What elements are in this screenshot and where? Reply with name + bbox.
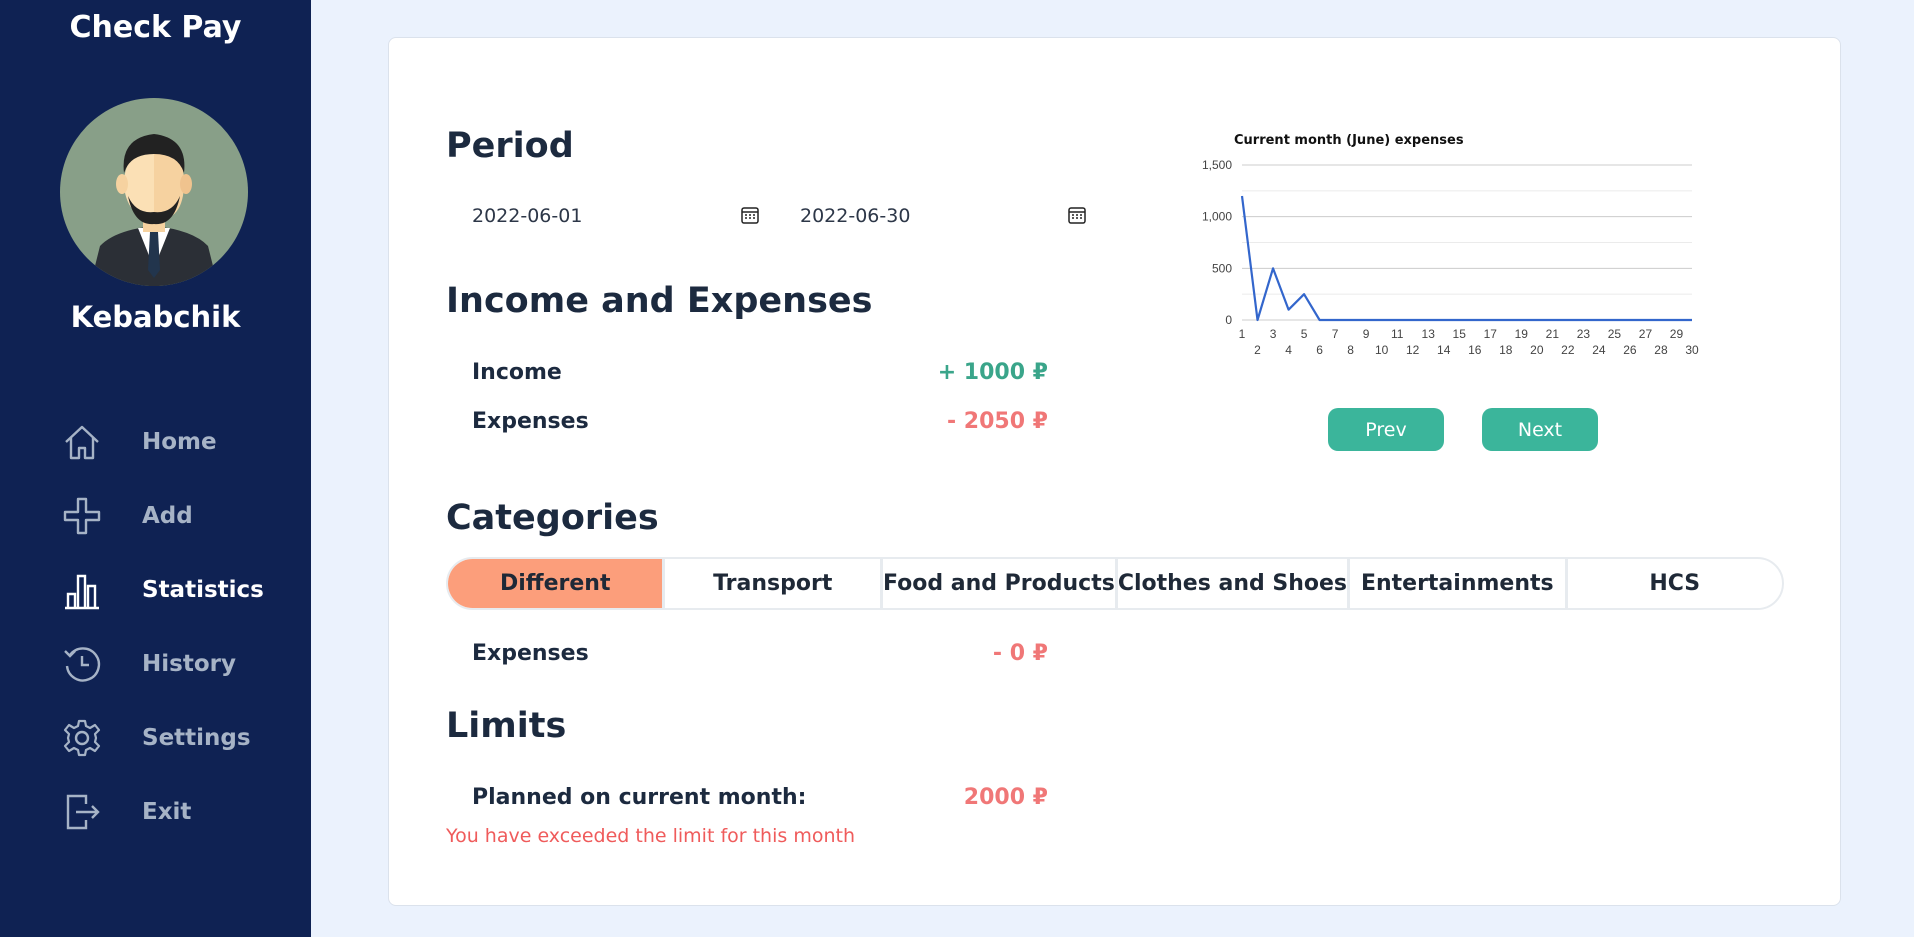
expenses-chart: 05001,0001,50012345678910111213141516171…: [1202, 158, 1699, 357]
sidebar: Check Pay Kebabchik Home Add Statistics …: [0, 0, 311, 937]
home-icon: [58, 418, 106, 466]
planned-value: 2000 ₽: [963, 785, 1048, 810]
x-tick-label: 1: [1239, 327, 1246, 341]
chart-title: Current month (June) expenses: [1234, 133, 1464, 148]
x-tick-label: 10: [1375, 343, 1389, 357]
income-label: Income: [472, 360, 562, 385]
tab-different[interactable]: Different: [448, 559, 666, 608]
sidebar-nav: Home Add Statistics History Settings Exi…: [58, 405, 298, 849]
gear-icon: [58, 714, 106, 762]
calendar-icon[interactable]: [740, 205, 760, 225]
tab-hcs[interactable]: HCS: [1568, 559, 1782, 608]
x-tick-label: 4: [1285, 343, 1292, 357]
x-tick-label: 13: [1422, 327, 1436, 341]
y-tick-label: 1,500: [1202, 158, 1232, 172]
calendar-icon[interactable]: [1067, 205, 1087, 225]
x-tick-label: 17: [1484, 327, 1498, 341]
x-tick-label: 16: [1468, 343, 1482, 357]
next-button[interactable]: Next: [1482, 408, 1598, 451]
limits-heading: Limits: [446, 706, 567, 746]
sidebar-item-label: Statistics: [142, 577, 264, 603]
sidebar-item-label: History: [142, 651, 236, 677]
bar-chart-icon: [58, 566, 106, 614]
x-tick-label: 8: [1347, 343, 1354, 357]
sidebar-item-label: Add: [142, 503, 193, 529]
x-tick-label: 21: [1546, 327, 1560, 341]
period-heading: Period: [446, 126, 574, 166]
tab-entertainments[interactable]: Entertainments: [1350, 559, 1568, 608]
y-tick-label: 0: [1225, 313, 1232, 327]
series-line: [1240, 195, 1692, 322]
x-tick-label: 19: [1515, 327, 1529, 341]
x-tick-label: 14: [1437, 343, 1451, 357]
x-tick-label: 26: [1623, 343, 1637, 357]
x-tick-label: 2: [1254, 343, 1261, 357]
income-value: + 1000 ₽: [937, 360, 1048, 385]
sidebar-item-home[interactable]: Home: [58, 405, 298, 479]
sidebar-item-exit[interactable]: Exit: [58, 775, 298, 849]
x-tick-label: 11: [1391, 327, 1404, 341]
x-tick-label: 28: [1654, 343, 1668, 357]
end-date-input[interactable]: 2022-06-30: [800, 198, 910, 234]
income-expenses-heading: Income and Expenses: [446, 281, 873, 321]
avatar-icon: [90, 134, 218, 286]
x-tick-label: 24: [1592, 343, 1606, 357]
sidebar-item-settings[interactable]: Settings: [58, 701, 298, 775]
x-tick-label: 15: [1453, 327, 1467, 341]
x-tick-label: 3: [1270, 327, 1277, 341]
x-tick-label: 30: [1685, 343, 1699, 357]
x-tick-label: 22: [1561, 343, 1575, 357]
sidebar-item-add[interactable]: Add: [58, 479, 298, 553]
start-date-input[interactable]: 2022-06-01: [472, 198, 582, 234]
x-tick-label: 7: [1332, 327, 1339, 341]
x-tick-label: 9: [1363, 327, 1370, 341]
categories-heading: Categories: [446, 498, 659, 538]
y-tick-label: 500: [1212, 261, 1232, 275]
x-tick-label: 25: [1608, 327, 1622, 341]
username: Kebabchik: [70, 300, 241, 334]
expenses-value: - 2050 ₽: [947, 409, 1048, 434]
tab-food-and-products[interactable]: Food and Products: [883, 559, 1118, 608]
sidebar-item-label: Settings: [142, 725, 251, 751]
limit-warning: You have exceeded the limit for this mon…: [446, 825, 855, 847]
category-expenses-value: - 0 ₽: [992, 641, 1048, 666]
y-tick-label: 1,000: [1202, 210, 1232, 224]
x-tick-label: 18: [1499, 343, 1513, 357]
sidebar-item-label: Exit: [142, 799, 192, 825]
history-icon: [58, 640, 106, 688]
expenses-label: Expenses: [472, 409, 589, 434]
x-tick-label: 20: [1530, 343, 1544, 357]
x-tick-label: 29: [1670, 327, 1684, 341]
x-tick-label: 5: [1301, 327, 1308, 341]
app-title: Check Pay: [69, 10, 242, 45]
sidebar-item-history[interactable]: History: [58, 627, 298, 701]
x-tick-label: 12: [1406, 343, 1420, 357]
category-tabs: Different Transport Food and Products Cl…: [446, 557, 1784, 610]
exit-icon: [58, 788, 106, 836]
category-expenses-label: Expenses: [472, 641, 589, 666]
x-tick-label: 23: [1577, 327, 1591, 341]
planned-label: Planned on current month:: [472, 785, 807, 810]
x-tick-label: 27: [1639, 327, 1653, 341]
tab-clothes-and-shoes[interactable]: Clothes and Shoes: [1118, 559, 1351, 608]
prev-button[interactable]: Prev: [1328, 408, 1444, 451]
x-tick-label: 6: [1316, 343, 1323, 357]
plus-icon: [58, 492, 106, 540]
tab-transport[interactable]: Transport: [665, 559, 883, 608]
sidebar-item-statistics[interactable]: Statistics: [58, 553, 298, 627]
sidebar-item-label: Home: [142, 429, 217, 455]
avatar: [60, 98, 248, 286]
